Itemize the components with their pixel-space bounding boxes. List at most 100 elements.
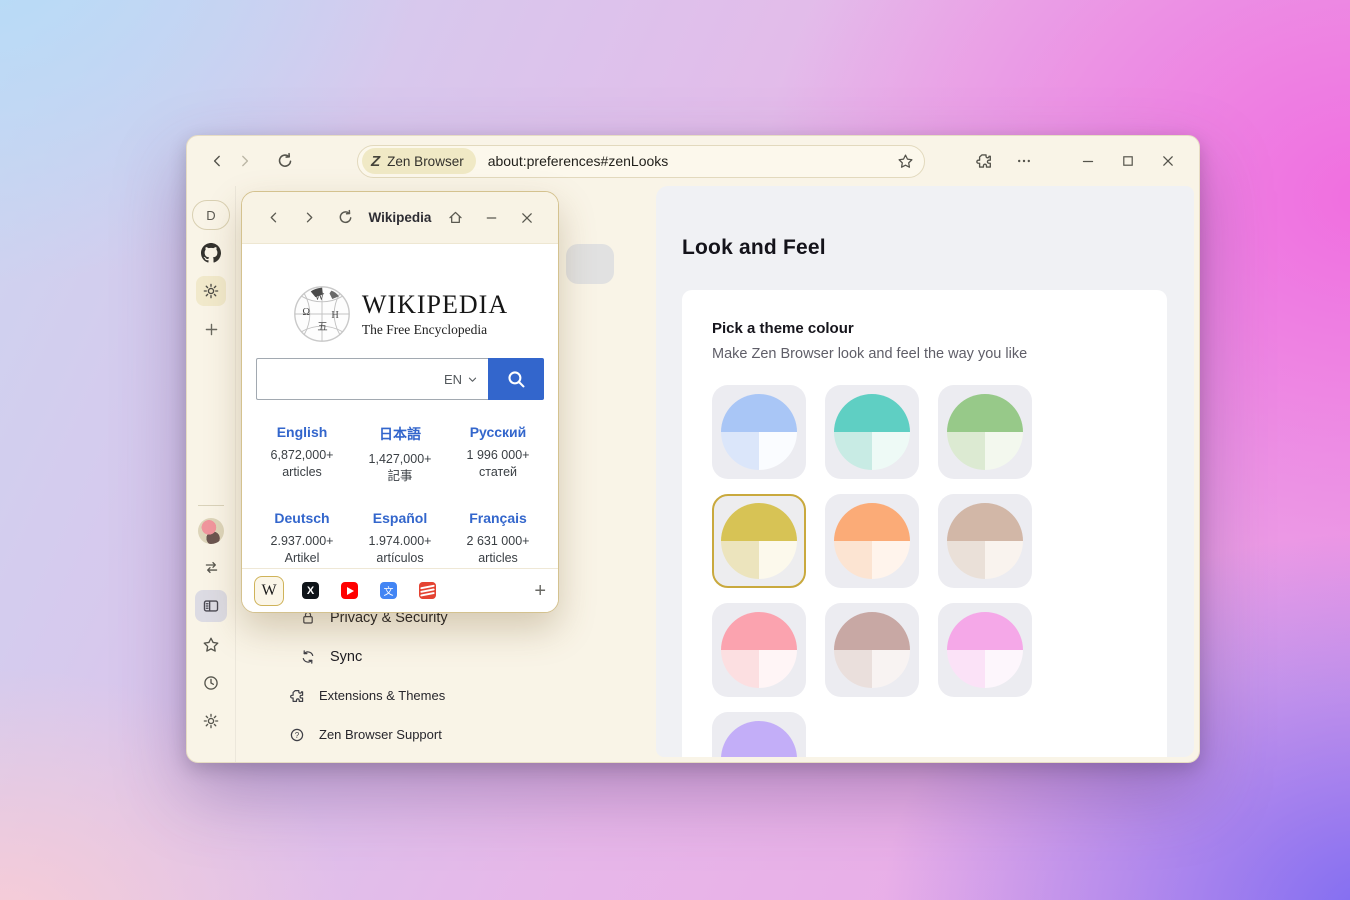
mini-browser-window: Wikipedia <box>241 191 559 613</box>
github-icon <box>201 243 221 263</box>
swap-arrows-icon <box>203 559 220 576</box>
settings-button[interactable] <box>196 706 226 736</box>
history-button[interactable] <box>196 668 226 698</box>
mini-close-button[interactable] <box>514 205 540 231</box>
new-tab-button[interactable] <box>196 314 226 344</box>
settings-nav-label: Sync <box>330 649 362 665</box>
settings-nav-item-zen-browser-support[interactable]: ? Zen Browser Support <box>236 715 656 754</box>
mini-home-button[interactable] <box>442 205 468 231</box>
theme-swatch-gold-selected[interactable] <box>712 494 806 588</box>
language-link[interactable]: Français <box>449 510 547 526</box>
sidebar-divider <box>198 505 224 506</box>
card-subtitle: Make Zen Browser look and feel the way y… <box>712 346 1137 362</box>
wikipedia-search-input[interactable]: EN <box>256 358 488 400</box>
theme-color-circle <box>721 394 797 470</box>
theme-swatch-purple[interactable] <box>712 712 806 757</box>
back-button[interactable] <box>203 147 231 175</box>
gear-icon <box>202 712 220 730</box>
theme-swatch-salmon[interactable] <box>712 603 806 697</box>
theme-color-circle <box>834 612 910 688</box>
theme-color-circle <box>834 503 910 579</box>
gear-icon <box>202 282 220 300</box>
app-menu-button[interactable] <box>1009 147 1039 175</box>
theme-swatch-orange[interactable] <box>825 494 919 588</box>
clock-icon <box>202 674 220 692</box>
workspace-indicator[interactable]: D <box>192 200 230 230</box>
wikipedia-favicon[interactable]: W <box>254 576 284 606</box>
mini-forward-button[interactable] <box>296 205 322 231</box>
search-lang-code: EN <box>444 372 462 387</box>
sidebar-toggle-button-active[interactable] <box>195 590 227 622</box>
settings-nav-label: Zen Browser Support <box>319 727 442 742</box>
mini-window-titlebar: Wikipedia <box>242 192 558 244</box>
bookmark-star-icon[interactable] <box>897 153 914 170</box>
mini-add-tab-button[interactable]: + <box>534 581 546 601</box>
theme-swatch-green[interactable] <box>938 385 1032 479</box>
language-article-count: 1 996 000+статей <box>449 447 547 481</box>
mini-back-button[interactable] <box>260 205 286 231</box>
theme-swatch-tan[interactable] <box>938 494 1032 588</box>
language-link-cell: 日本語 1,427,000+記事 <box>351 424 449 485</box>
maximize-button[interactable] <box>1113 147 1143 175</box>
card-title: Pick a theme colour <box>712 320 1137 337</box>
chevron-down-icon <box>467 374 478 385</box>
workspace-switch-button[interactable] <box>196 552 226 582</box>
url-bar[interactable]: Z Zen Browser about:preferences#zenLooks <box>357 145 925 178</box>
mini-minimize-button[interactable] <box>478 205 504 231</box>
bookmarks-button[interactable] <box>196 630 226 660</box>
theme-color-circle <box>721 612 797 688</box>
zen-logo-icon: Z <box>371 153 380 170</box>
settings-nav-item-sync[interactable]: Sync <box>236 637 656 676</box>
url-text: about:preferences#zenLooks <box>488 153 669 169</box>
youtube-favicon[interactable] <box>341 582 358 599</box>
wikipedia-language-selector[interactable]: EN <box>444 359 478 399</box>
wikipedia-page: W Ω Н 五 WIKIPEDIA The Free Encyclopedia <box>242 244 558 612</box>
translate-favicon[interactable]: 文 <box>380 582 397 599</box>
svg-text:?: ? <box>295 731 300 740</box>
profile-avatar[interactable] <box>198 518 224 544</box>
language-article-count: 2 631 000+articles <box>449 533 547 567</box>
theme-swatch-mauve[interactable] <box>825 603 919 697</box>
theme-color-circle <box>947 612 1023 688</box>
language-link[interactable]: Español <box>351 510 449 526</box>
language-article-count: 1.974.000+artículos <box>351 533 449 567</box>
reload-button[interactable] <box>271 147 299 175</box>
wikipedia-search-button[interactable] <box>488 358 544 400</box>
minimize-button[interactable] <box>1073 147 1103 175</box>
language-article-count: 1,427,000+記事 <box>351 451 449 485</box>
svg-text:Ω: Ω <box>302 307 310 318</box>
pinned-tab-github[interactable] <box>196 238 226 268</box>
pinned-tab-settings-active[interactable] <box>196 276 226 306</box>
x-favicon[interactable]: X <box>302 582 319 599</box>
extensions-button[interactable] <box>969 147 999 175</box>
theme-swatch-teal[interactable] <box>825 385 919 479</box>
page-title: Look and Feel <box>682 236 826 260</box>
theme-swatch-blue[interactable] <box>712 385 806 479</box>
settings-search-input[interactable] <box>566 244 614 284</box>
forward-button[interactable] <box>231 147 259 175</box>
svg-text:五: 五 <box>317 322 327 333</box>
mini-window-title: Wikipedia <box>363 210 437 225</box>
language-link[interactable]: Русский <box>449 424 547 440</box>
language-link[interactable]: 日本語 <box>351 424 449 444</box>
theme-swatch-pink[interactable] <box>938 603 1032 697</box>
todoist-favicon[interactable] <box>419 582 436 599</box>
settings-nav-item-extensions-themes[interactable]: Extensions & Themes <box>236 676 656 715</box>
language-link-cell: English 6,872,000+articles <box>253 424 351 485</box>
language-link[interactable]: Deutsch <box>253 510 351 526</box>
svg-text:Н: Н <box>331 310 339 321</box>
mini-reload-button[interactable] <box>332 205 358 231</box>
settings-content: Look and Feel Pick a theme colour Make Z… <box>656 186 1194 757</box>
theme-card: Pick a theme colour Make Zen Browser loo… <box>682 290 1167 757</box>
sidebar-panels-icon <box>202 597 220 615</box>
language-link[interactable]: English <box>253 424 351 440</box>
wikipedia-tagline: The Free Encyclopedia <box>362 322 508 338</box>
language-article-count: 6,872,000+articles <box>253 447 351 481</box>
site-identity-label: Zen Browser <box>387 154 464 169</box>
settings-nav: Privacy & SecuritySyncExtensions & Theme… <box>236 598 656 754</box>
theme-color-circle <box>834 394 910 470</box>
settings-page: Privacy & SecuritySyncExtensions & Theme… <box>236 186 1199 762</box>
close-button[interactable] <box>1153 147 1183 175</box>
language-article-count: 2.937.000+Artikel <box>253 533 351 567</box>
site-identity-badge[interactable]: Z Zen Browser <box>362 148 476 174</box>
